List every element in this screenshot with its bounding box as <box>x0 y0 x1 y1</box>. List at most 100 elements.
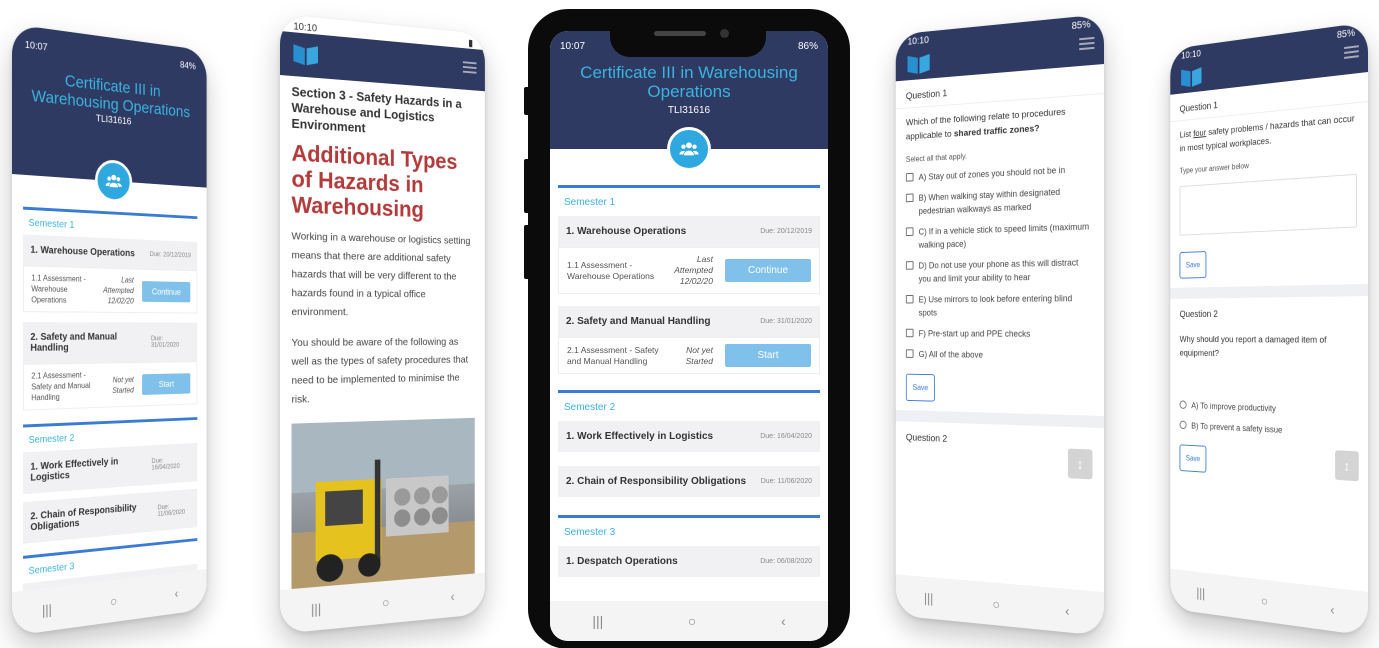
course-body: Semester 1 1. Warehouse Operations Due: … <box>550 149 828 577</box>
phone-question-multi: 10:10 85% Question 1 Which of the follow… <box>895 14 1104 636</box>
back-icon[interactable]: ‹ <box>781 613 786 629</box>
unit-name: 1. Work Effectively in Logistics <box>566 431 714 442</box>
menu-icon[interactable] <box>462 61 477 76</box>
status-time: 10:07 <box>560 41 586 52</box>
semester-label: Semester 2 <box>558 390 820 421</box>
unit-due: Due: 11/06/2020 <box>157 503 186 518</box>
people-icon <box>667 127 711 171</box>
section-title: Additional Types of Hazards in Warehousi… <box>291 139 458 222</box>
scroll-handle-icon[interactable]: ↕ <box>1067 448 1093 480</box>
unit-name: 1. Work Effectively in Logistics <box>30 456 119 484</box>
home-icon[interactable]: ○ <box>372 593 399 611</box>
assessment-row: 1.1 Assessment - Warehouse Operations La… <box>23 265 198 314</box>
power-button <box>524 225 530 279</box>
checkbox[interactable] <box>905 193 914 203</box>
unit-due: Due: 31/01/2020 <box>760 318 812 325</box>
checkbox[interactable] <box>905 261 914 270</box>
start-button[interactable]: Start <box>725 344 811 367</box>
back-icon[interactable]: ‹ <box>1319 600 1346 619</box>
home-icon[interactable]: ○ <box>101 592 126 610</box>
answer-option[interactable]: C) If in a vehicle stick to speed limits… <box>896 215 1104 256</box>
answer-option[interactable]: F) Pre-start up and PPE checks <box>896 323 1104 345</box>
unit-due: Due: 16/04/2020 <box>760 433 812 440</box>
scroll-handle-icon[interactable]: ↕ <box>1335 450 1359 482</box>
status-battery: 85% <box>1336 27 1356 42</box>
question-text-end: safety problems / hazards that can occur… <box>1179 113 1355 155</box>
answer-option[interactable]: G) All of the above <box>896 344 1104 367</box>
checkbox[interactable] <box>905 172 914 182</box>
phone-screen: 10:10 85% Question 1 Which of the follow… <box>895 14 1104 636</box>
unit-row[interactable]: 2. Safety and Manual Handling Due: 31/01… <box>23 322 198 364</box>
semester-label: Semester 1 <box>558 185 820 216</box>
back-icon[interactable]: ‹ <box>440 587 466 604</box>
unit-row[interactable]: 2. Chain of Responsibility Obligations D… <box>558 466 820 497</box>
back-icon[interactable]: ‹ <box>165 584 189 602</box>
checkbox[interactable] <box>905 328 914 338</box>
showcase-stage: 10:07 84% Certificate III in Warehousing… <box>0 0 1379 648</box>
recent-apps-icon[interactable]: ||| <box>33 600 60 619</box>
answer-option[interactable]: D) Do not use your phone as this will di… <box>896 251 1104 290</box>
checkbox[interactable] <box>905 227 914 236</box>
question-text-start: List <box>1179 129 1194 141</box>
status-battery: 86% <box>797 41 818 52</box>
phone-dashboard-left: 10:07 84% Certificate III in Warehousing… <box>12 24 207 636</box>
assessment-status: Last Attempted 12/02/20 <box>674 254 713 286</box>
continue-button[interactable]: Continue <box>725 259 811 282</box>
unit-name: 2. Chain of Responsibility Obligations <box>566 476 747 487</box>
checkbox[interactable] <box>905 349 914 358</box>
unit-row[interactable]: 1. Work Effectively in Logistics Due: 16… <box>558 421 820 452</box>
semester-label: Semester 3 <box>558 515 820 546</box>
recent-apps-icon[interactable]: ||| <box>1189 584 1213 602</box>
assessment-status: Not yet Started <box>685 344 713 366</box>
answer-textarea[interactable] <box>1179 173 1357 236</box>
volume-button <box>524 159 530 213</box>
phone-section-content: 10:10 ▮ Section 3 - Safety Hazards in a … <box>280 14 485 634</box>
continue-button[interactable]: Continue <box>142 280 191 302</box>
option-label: E) Use mirrors to look before entering b… <box>918 293 1073 318</box>
option-label: A) Stay out of zones you should not be i… <box>918 165 1066 182</box>
android-nav-bar: ||| ○ ‹ <box>550 601 828 641</box>
assessment-name: 2.1 Assessment - Safety and Manual Handl… <box>567 344 659 366</box>
unit-row[interactable]: 2. Safety and Manual Handling Due: 31/01… <box>558 306 820 337</box>
question-title: Question 2 <box>1179 309 1218 320</box>
back-icon[interactable]: ‹ <box>1053 601 1081 619</box>
radio-button[interactable] <box>1179 400 1187 409</box>
assessment-status: Not yet Started <box>112 374 134 395</box>
status-battery: 85% <box>1071 19 1091 33</box>
assessment-row: 2.1 Assessment - Safety and Manual Handl… <box>558 337 820 374</box>
unit-row[interactable]: 1. Despatch Operations Due: 06/08/2020 <box>558 546 820 577</box>
assessment-status: Last Attempted 12/02/20 <box>103 275 134 306</box>
answer-option[interactable]: E) Use mirrors to look before entering b… <box>896 287 1104 323</box>
section-paragraph: You should be aware of the following as … <box>291 336 469 406</box>
speaker <box>654 31 706 36</box>
book-logo-icon <box>907 53 930 75</box>
unit-due: Due: 06/08/2020 <box>760 558 812 565</box>
unit-name: 2. Chain of Responsibility Obligations <box>30 502 137 534</box>
save-button[interactable]: Save <box>905 373 936 402</box>
section-paragraph: Working in a warehouse or logistics sett… <box>291 230 471 319</box>
save-button[interactable]: Save <box>1179 251 1207 279</box>
recent-apps-icon[interactable]: ||| <box>592 613 603 629</box>
question-text-emphasis: shared traffic zones? <box>953 123 1040 140</box>
phone-screen: 10:10 ▮ Section 3 - Safety Hazards in a … <box>280 14 485 634</box>
radio-button[interactable] <box>1179 420 1187 430</box>
recent-apps-icon[interactable]: ||| <box>916 589 942 606</box>
unit-row[interactable]: 1. Warehouse Operations Due: 20/12/2019 <box>558 216 820 247</box>
course-title: Certificate III in Warehousing Operation… <box>580 63 798 101</box>
home-icon[interactable]: ○ <box>688 613 696 629</box>
recent-apps-icon[interactable]: ||| <box>302 600 330 618</box>
unit-due: Due: 16/04/2020 <box>151 457 180 472</box>
menu-icon[interactable] <box>1079 36 1095 53</box>
signal-icon: ▮ <box>468 38 474 50</box>
phone-question-text: 10:10 85% Question 1 List four safety pr… <box>1170 22 1368 636</box>
question-text-emphasis: four <box>1193 127 1207 140</box>
save-button[interactable]: Save <box>1179 444 1207 473</box>
start-button[interactable]: Start <box>142 372 191 395</box>
home-icon[interactable]: ○ <box>1252 592 1277 610</box>
option-label: F) Pre-start up and PPE checks <box>918 328 1031 339</box>
unit-name: 1. Warehouse Operations <box>566 226 687 237</box>
status-bar: 10:07 84% <box>12 32 207 74</box>
home-icon[interactable]: ○ <box>983 595 1010 613</box>
menu-icon[interactable] <box>1344 45 1359 62</box>
checkbox[interactable] <box>905 294 914 304</box>
